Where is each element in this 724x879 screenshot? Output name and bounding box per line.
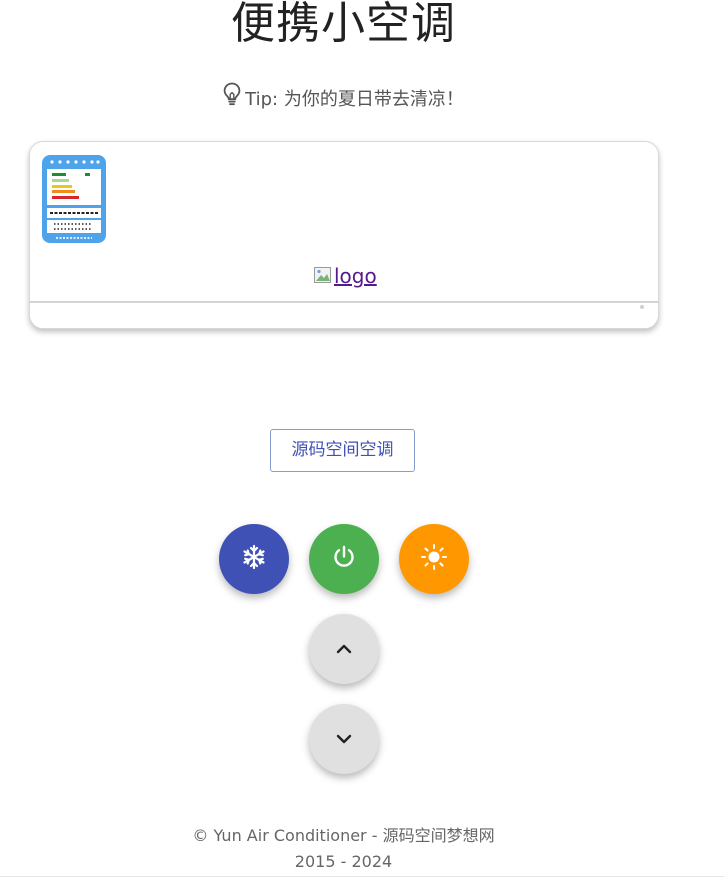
footer-years: 2015 - 2024	[294, 852, 393, 871]
brand-mode-button[interactable]: 源码空间空调	[270, 429, 415, 472]
broken-image-icon	[314, 264, 334, 292]
air-vent	[30, 301, 658, 303]
sun-icon	[420, 543, 448, 575]
page: 便携小空调 Tip: 为你的夏日带去清凉！ logo 源码空间空调 © Yun …	[0, 0, 724, 879]
tip: Tip: 为你的夏日带去清凉！	[0, 82, 687, 116]
snowflake-icon	[241, 544, 267, 574]
tip-text: Tip: 为你的夏日带去清凉！	[245, 89, 464, 110]
power-button[interactable]	[309, 524, 379, 594]
chevron-up-icon	[335, 640, 353, 659]
power-icon	[331, 544, 357, 574]
status-led	[640, 305, 644, 309]
bottom-divider	[0, 876, 724, 877]
page-title: 便携小空调	[231, 0, 456, 49]
temperature-up-button[interactable]	[309, 614, 379, 684]
lightbulb-icon	[223, 82, 241, 114]
air-conditioner-unit: logo	[29, 141, 659, 329]
logo-alt-text: logo	[334, 264, 377, 288]
logo-image-link[interactable]: logo	[314, 262, 377, 292]
chevron-down-icon	[335, 730, 353, 749]
energy-label-icon	[42, 155, 106, 247]
footer-copyright: © Yun Air Conditioner - 源码空间梦想网	[192, 826, 495, 845]
warm-mode-button[interactable]	[399, 524, 469, 594]
temperature-down-button[interactable]	[309, 704, 379, 774]
cold-mode-button[interactable]	[219, 524, 289, 594]
